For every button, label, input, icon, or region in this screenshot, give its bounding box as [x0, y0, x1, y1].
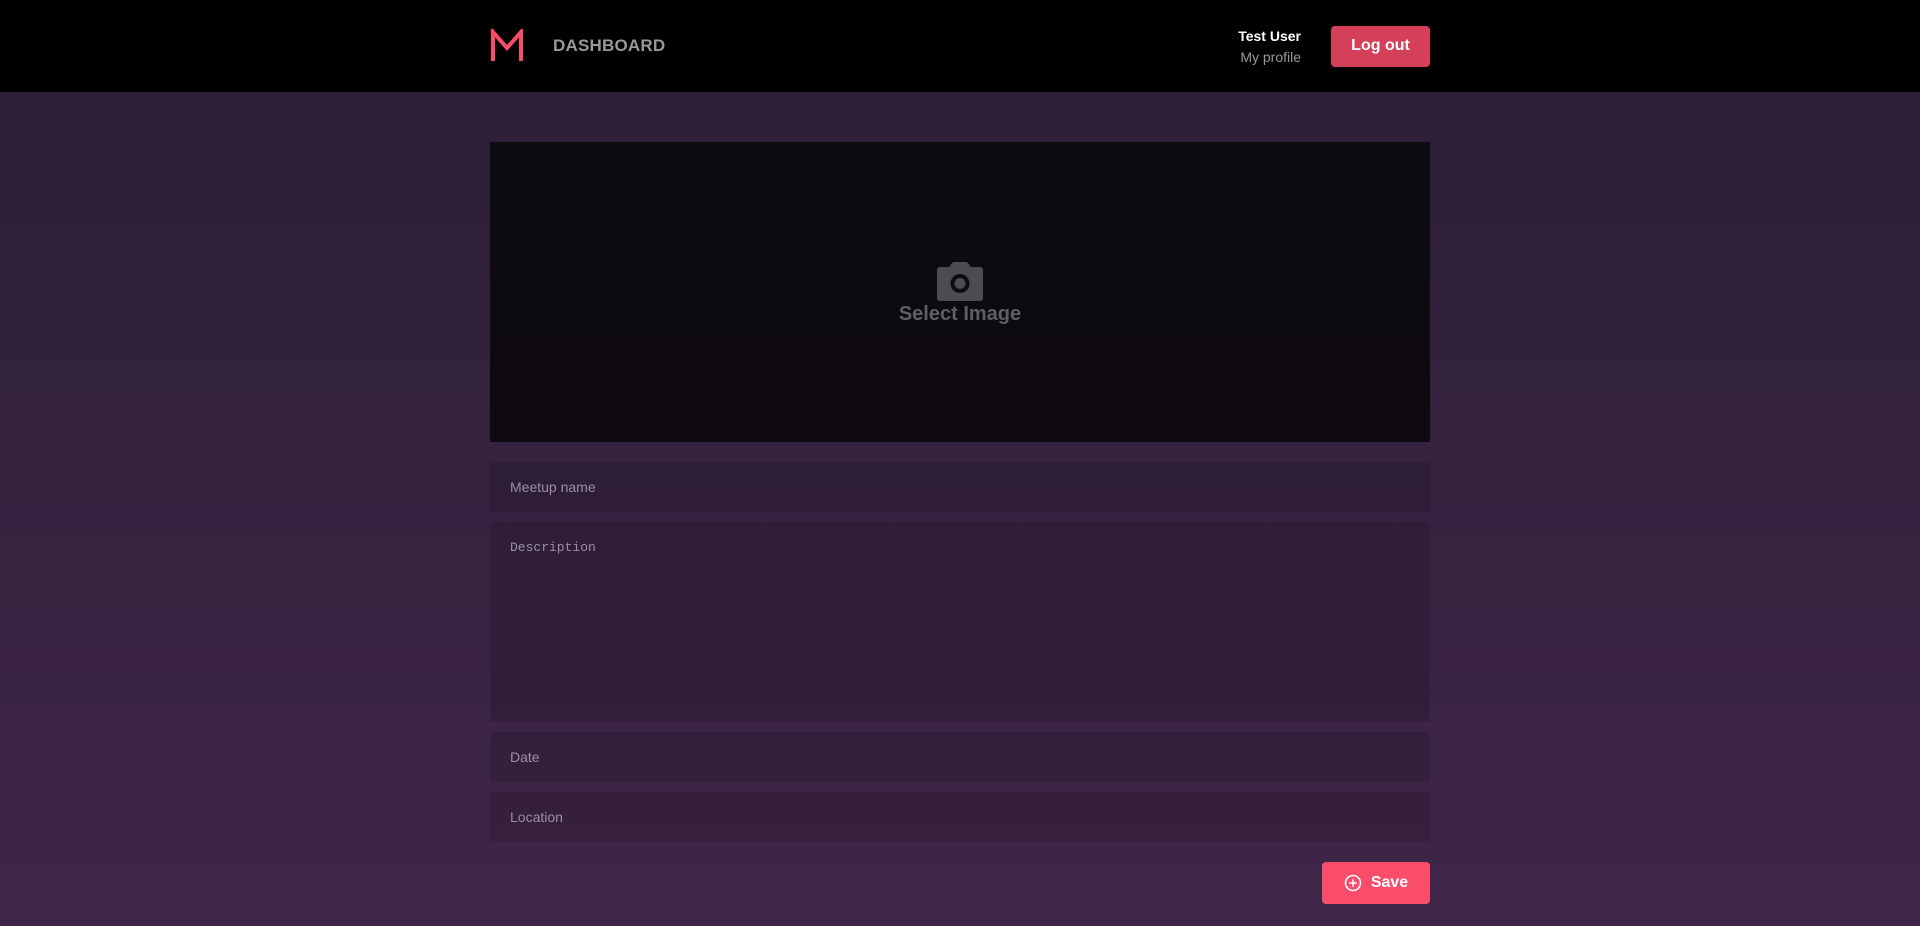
my-profile-link[interactable]: My profile [1238, 49, 1301, 65]
user-area: Test User My profile Log out [1238, 25, 1430, 67]
header-content: DASHBOARD Test User My profile Log out [490, 0, 1430, 92]
camera-icon [937, 262, 983, 301]
meetup-name-input[interactable] [490, 462, 1430, 512]
user-name: Test User [1238, 27, 1301, 44]
save-label: Save [1370, 874, 1409, 891]
logo-icon[interactable] [490, 29, 524, 63]
profile-info: Test User My profile [1238, 28, 1301, 65]
brand: DASHBOARD [490, 29, 665, 63]
meetup-form: Select Image Save [490, 142, 1430, 904]
plus-circle-icon [1344, 874, 1362, 892]
top-header: DASHBOARD Test User My profile Log out [0, 0, 1920, 92]
description-textarea[interactable] [490, 522, 1430, 722]
select-image-label: Select Image [898, 303, 1022, 325]
nav-dashboard-link[interactable]: DASHBOARD [553, 36, 665, 56]
location-input[interactable] [490, 792, 1430, 842]
save-button[interactable]: Save [1322, 862, 1430, 904]
form-actions: Save [490, 862, 1430, 904]
image-picker[interactable]: Select Image [490, 142, 1430, 442]
date-input[interactable] [490, 732, 1430, 782]
logout-button[interactable]: Log out [1331, 25, 1430, 67]
